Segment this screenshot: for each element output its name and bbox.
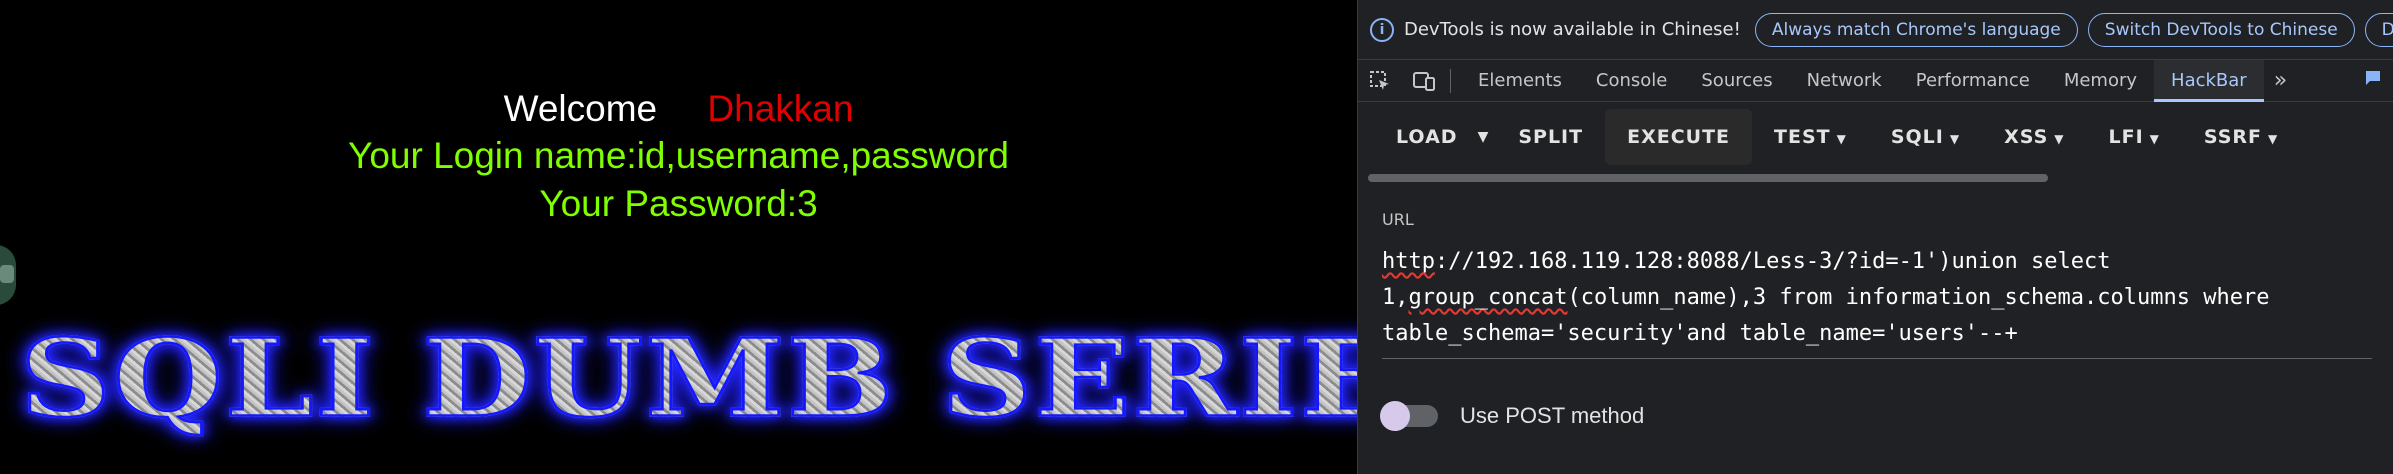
lfi-menu-button[interactable]: LFI ▼ (2087, 109, 2182, 165)
sqli-banner: SQLI DUMB SERIES (19, 314, 1357, 442)
ssrf-label: SSRF (2203, 126, 2263, 148)
devtools-tabbar: Elements Console Sources Network Perform… (1358, 59, 2393, 102)
tab-memory[interactable]: Memory (2047, 60, 2154, 102)
chat-icon[interactable] (2353, 69, 2393, 92)
url-line-1: http://192.168.119.128:8088/Less-3/?id=-… (1382, 244, 2372, 280)
chevron-down-icon: ▼ (2054, 132, 2065, 146)
chevron-down-icon: ▼ (1949, 132, 1961, 146)
welcome-name: Dhakkan (707, 88, 854, 129)
chevron-down-icon: ▼ (2268, 132, 2279, 146)
url-label: URL (1382, 210, 1414, 229)
sqli-menu-button[interactable]: SQLI ▼ (1869, 109, 1982, 165)
hackbar-toolbar: LOAD ▼ SPLIT EXECUTE TEST ▼ SQLI ▼ XSS ▼ LF… (1358, 102, 2393, 172)
devtools-panel: i DevTools is now available in Chinese! … (1357, 0, 2393, 474)
xss-menu-button[interactable]: XSS ▼ (1982, 109, 2086, 165)
post-method-label: Use POST method (1460, 403, 1645, 428)
welcome-word: Welcome (503, 88, 658, 129)
post-method-row: Use POST method (1380, 401, 2393, 431)
always-match-language-button[interactable]: Always match Chrome's language (1754, 12, 2078, 47)
chevron-down-icon: ▼ (2149, 132, 2160, 146)
load-button[interactable]: LOAD (1374, 109, 1470, 165)
url-fragment: (column_name),3 from information_schema.… (1567, 285, 2270, 310)
split-button[interactable]: SPLIT (1496, 109, 1605, 165)
lfi-label: LFI (2108, 126, 2144, 148)
sqli-label: SQLI (1890, 126, 1944, 148)
test-label: TEST (1774, 126, 1831, 148)
web-page: Welcome Dhakkan Your Login name:id,usern… (0, 0, 1357, 474)
url-fragment: 1, (1382, 285, 1409, 310)
welcome-line: Welcome Dhakkan (0, 88, 1357, 130)
tab-console[interactable]: Console (1579, 60, 1684, 102)
load-dropdown-icon[interactable]: ▼ (1470, 129, 1497, 145)
url-input[interactable]: http://192.168.119.128:8088/Less-3/?id=-… (1382, 244, 2372, 359)
password-line: Your Password:3 (539, 183, 818, 224)
tab-separator (1450, 68, 1451, 93)
dont-show-again-button[interactable]: Don't show again (2364, 12, 2393, 47)
tab-sources[interactable]: Sources (1684, 60, 1789, 102)
url-fragment: http (1382, 249, 1435, 274)
toolbar-scrollbar-thumb[interactable] (1368, 174, 2048, 182)
switch-to-chinese-button[interactable]: Switch DevTools to Chinese (2087, 12, 2355, 47)
url-line-3: table_schema='security'and table_name='u… (1382, 321, 2018, 346)
tab-network[interactable]: Network (1790, 60, 1899, 102)
url-section: URL http://192.168.119.128:8088/Less-3/?… (1358, 184, 2393, 359)
side-widget-icon[interactable] (0, 245, 16, 305)
ssrf-menu-button[interactable]: SSRF ▼ (2182, 109, 2300, 165)
device-toolbar-icon[interactable] (1402, 60, 1446, 102)
chevron-down-icon: ▼ (1836, 132, 1847, 146)
tab-performance[interactable]: Performance (1899, 60, 2047, 102)
info-icon: i (1370, 17, 1394, 42)
toolbar-scrollbar[interactable] (1358, 172, 2393, 184)
tab-elements[interactable]: Elements (1461, 60, 1579, 102)
infobar-message: DevTools is now available in Chinese! (1404, 19, 1741, 40)
tab-hackbar[interactable]: HackBar (2154, 59, 2264, 102)
inspect-element-icon[interactable] (1358, 60, 1402, 102)
post-method-toggle[interactable] (1380, 401, 1438, 431)
execute-button[interactable]: EXECUTE (1605, 109, 1753, 165)
language-infobar: i DevTools is now available in Chinese! … (1358, 0, 2393, 60)
url-line-2: 1,group_concat(column_name),3 from infor… (1382, 280, 2372, 316)
test-menu-button[interactable]: TEST ▼ (1752, 109, 1869, 165)
more-tabs-icon[interactable]: » (2264, 68, 2297, 93)
url-fragment: ://192.168.119.128:8088/Less-3/?id=-1')u… (1434, 249, 2111, 274)
toggle-knob (1380, 401, 1410, 431)
url-fragment: group_concat (1408, 285, 1568, 310)
login-name-line: Your Login name:id,username,password (348, 135, 1009, 176)
xss-label: XSS (2004, 126, 2049, 148)
